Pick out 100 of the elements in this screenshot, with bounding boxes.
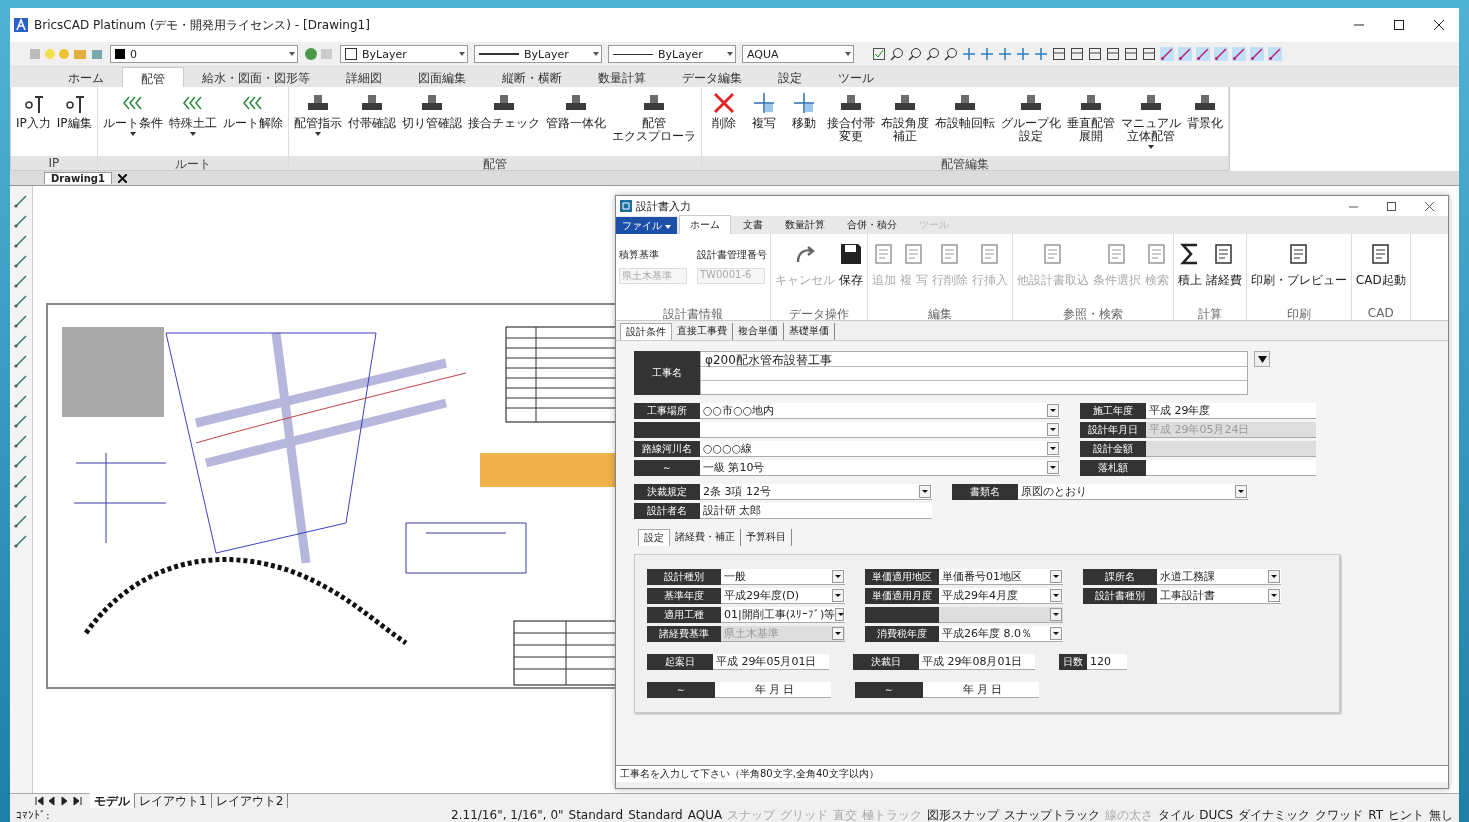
document-tab[interactable]: Drawing1: [44, 172, 112, 184]
draw-tool-icon[interactable]: [14, 494, 28, 508]
status-toggle[interactable]: ヒント: [1388, 806, 1424, 822]
ribbon-tab[interactable]: 数量計算: [775, 216, 836, 234]
ribbon-tab[interactable]: 合併・積分: [837, 216, 908, 234]
zoom-icon[interactable]: [926, 47, 940, 61]
ribbon-tab[interactable]: 配管: [122, 67, 184, 87]
input-field[interactable]: 設計研 太郎: [700, 503, 932, 519]
form-tab[interactable]: 予算科目: [741, 529, 792, 546]
ribbon-button[interactable]: 管路一体化: [542, 91, 609, 156]
snap-icon[interactable]: [1160, 47, 1174, 61]
ribbon-button[interactable]: 複写: [743, 91, 784, 156]
status-toggle[interactable]: タイル: [1158, 806, 1195, 822]
draw-tool-icon[interactable]: [14, 474, 28, 488]
combo-field[interactable]: 工事設計書: [1157, 588, 1281, 604]
input-field[interactable]: 平成 29年05月01日: [713, 654, 829, 670]
combo-field[interactable]: 単価番号01地区: [939, 569, 1063, 585]
status-toggle[interactable]: Standard: [568, 808, 624, 822]
lineweight-dropdown[interactable]: ByLayer: [608, 45, 736, 63]
ribbon-tab[interactable]: データ編集: [664, 67, 760, 87]
plot-style-dropdown[interactable]: AQUA: [742, 45, 854, 63]
ribbon-button[interactable]: 移動: [783, 91, 824, 156]
draw-tool-icon[interactable]: [14, 454, 28, 468]
draw-tool-icon[interactable]: [14, 514, 28, 528]
ribbon-button[interactable]: CAD起動: [1354, 238, 1407, 306]
view-icon[interactable]: [1124, 47, 1138, 61]
draw-tool-icon[interactable]: [14, 334, 28, 348]
draw-tool-icon[interactable]: [14, 254, 28, 268]
input-field[interactable]: [1146, 460, 1316, 476]
ribbon-tab[interactable]: ツール: [820, 67, 892, 87]
draw-tool-icon[interactable]: [14, 354, 28, 368]
input-field[interactable]: 平成 29年08月01日: [919, 654, 1035, 670]
status-toggle[interactable]: Standard: [628, 808, 683, 822]
input-field[interactable]: 年 月 日: [715, 682, 831, 698]
ribbon-button[interactable]: 保存: [838, 238, 864, 306]
combo-field[interactable]: ○○○○線: [700, 441, 1060, 457]
draw-tool-icon[interactable]: [14, 414, 28, 428]
draw-tool-icon[interactable]: [14, 234, 28, 248]
zoom-icon[interactable]: [908, 47, 922, 61]
ribbon-button[interactable]: 配管 エクスプローラ: [608, 91, 699, 156]
ribbon-tab[interactable]: ホーム: [679, 215, 732, 234]
combo-field[interactable]: 水道工務課: [1157, 569, 1281, 585]
ribbon-button[interactable]: 背景化: [1183, 91, 1226, 156]
snap-icon[interactable]: [1214, 47, 1228, 61]
ribbon-button[interactable]: 垂直配管 展開: [1063, 91, 1118, 156]
move-icon[interactable]: [1016, 47, 1030, 61]
ribbon-tab[interactable]: ホーム: [50, 67, 122, 87]
view-icon[interactable]: [1070, 47, 1084, 61]
ribbon-button[interactable]: IP編集: [53, 91, 95, 156]
ribbon-button[interactable]: 配管指示: [290, 91, 345, 156]
ribbon-button[interactable]: 接合チェック: [464, 91, 543, 156]
combo-field[interactable]: 01|開削工事(ｽﾘｰﾌﾞ)等: [721, 607, 845, 623]
status-toggle[interactable]: RT: [1368, 808, 1383, 822]
draw-tool-icon[interactable]: [14, 274, 28, 288]
ribbon-button[interactable]: ルート条件: [99, 91, 166, 156]
form-tab[interactable]: 設計条件: [620, 323, 672, 340]
draw-tool-icon[interactable]: [14, 394, 28, 408]
form-tab[interactable]: 諸経費・補正: [670, 529, 741, 546]
move-icon[interactable]: [998, 47, 1012, 61]
color-dropdown[interactable]: ByLayer: [340, 45, 468, 63]
input-field[interactable]: 平成 29年度: [1146, 403, 1316, 419]
ribbon-tab[interactable]: 図面編集: [400, 67, 484, 87]
ribbon-button[interactable]: IP入力: [13, 91, 54, 156]
layer-dropdown[interactable]: 0: [110, 45, 298, 63]
status-toggle[interactable]: クワッド: [1315, 806, 1364, 822]
input-field[interactable]: φ200配水管布設替工事: [700, 351, 1248, 395]
ribbon-button[interactable]: 印刷・プレビュー: [1249, 238, 1348, 306]
snap-icon[interactable]: [1196, 47, 1210, 61]
dropdown-button[interactable]: [1254, 351, 1270, 367]
status-toggle[interactable]: スナップトラック: [1004, 806, 1101, 822]
status-toggle[interactable]: DUCS: [1199, 808, 1234, 822]
draw-tool-icon[interactable]: [14, 214, 28, 228]
status-toggle[interactable]: ダイナミック: [1238, 806, 1311, 822]
ribbon-tab[interactable]: 給水・図面・図形等: [184, 67, 328, 87]
combo-field[interactable]: 平成29年度(D): [721, 588, 845, 604]
ribbon-button[interactable]: グループ化 設定: [997, 91, 1064, 156]
linetype-dropdown[interactable]: ByLayer: [474, 45, 602, 63]
ribbon-button[interactable]: ルート解除: [219, 91, 286, 156]
view-icon[interactable]: [1142, 47, 1156, 61]
file-menu-button[interactable]: ファイル: [616, 217, 678, 234]
status-toggle[interactable]: 図形スナップ: [927, 806, 1000, 822]
ribbon-button[interactable]: マニュアル 立体配管: [1117, 91, 1184, 156]
combo-field[interactable]: ○○市○○地内: [700, 403, 1060, 419]
ribbon-tab[interactable]: 数量計算: [580, 67, 664, 87]
form-tab[interactable]: 設定: [638, 529, 670, 546]
input-field[interactable]: 年 月 日: [923, 682, 1039, 698]
snap-icon[interactable]: [1268, 47, 1282, 61]
combo-field[interactable]: 一般: [721, 569, 845, 585]
ribbon-button[interactable]: 削除: [703, 91, 744, 156]
move-icon[interactable]: [980, 47, 994, 61]
combo-field[interactable]: 原図のとおり: [1018, 484, 1248, 500]
snap-icon[interactable]: [1250, 47, 1264, 61]
ribbon-button[interactable]: 特殊土工: [165, 91, 220, 156]
input-field[interactable]: 2条 3項 12号: [700, 484, 932, 500]
ribbon-button[interactable]: 接合付帯 変更: [823, 91, 878, 156]
ribbon-tab[interactable]: 詳細図: [328, 67, 400, 87]
input-field[interactable]: 120: [1087, 654, 1127, 670]
snap-icon[interactable]: [1232, 47, 1246, 61]
draw-tool-icon[interactable]: [14, 194, 28, 208]
view-icon[interactable]: [1106, 47, 1120, 61]
